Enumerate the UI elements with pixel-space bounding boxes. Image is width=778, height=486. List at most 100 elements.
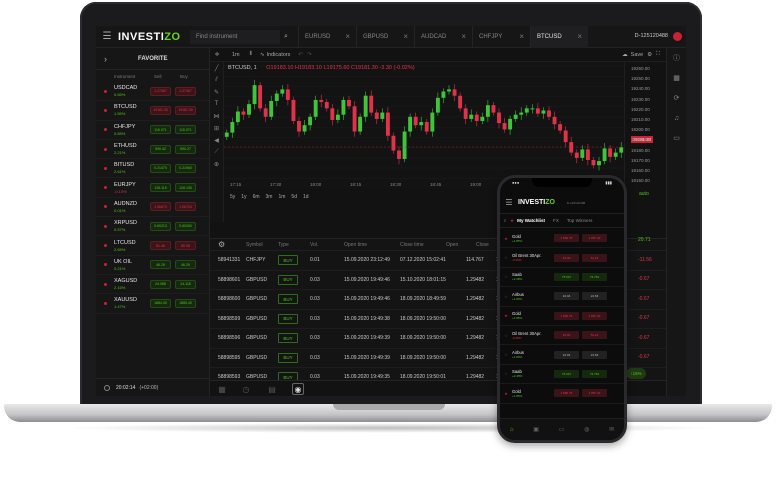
phone-watchlist-item[interactable]: ★ Gold +1.85% 1 886.75 1 887.40 bbox=[500, 384, 624, 404]
search-icon[interactable]: ⌕ bbox=[280, 30, 292, 44]
phone-buy-button[interactable]: 24.66 bbox=[582, 350, 607, 359]
buy-price-button[interactable]: 24.118 bbox=[175, 279, 196, 289]
chevron-right-icon[interactable]: › bbox=[104, 54, 120, 64]
period-6m[interactable]: 6m bbox=[253, 194, 260, 204]
pattern-icon[interactable]: ⋈ bbox=[210, 110, 223, 122]
settings-icon[interactable]: ⚙ bbox=[647, 52, 652, 58]
close-icon[interactable]: × bbox=[461, 32, 466, 41]
ruler-icon[interactable]: ⟋ bbox=[210, 146, 223, 158]
period-1d[interactable]: 1d bbox=[303, 194, 309, 204]
avatar[interactable] bbox=[673, 32, 682, 41]
phone-watchlist-item[interactable]: ★ Gold +1.85% 1 886.75 1 887.40 bbox=[500, 229, 624, 249]
buy-badge[interactable]: BUY bbox=[278, 313, 298, 324]
portfolio-icon[interactable]: ▣ bbox=[533, 426, 539, 433]
search-input[interactable]: Find instrument bbox=[190, 29, 280, 44]
tab-eurusd[interactable]: EURUSD × bbox=[298, 26, 356, 48]
sell-price-button[interactable]: 0.60213 bbox=[150, 221, 171, 231]
close-icon[interactable]: × bbox=[577, 32, 582, 41]
tab-top-winners[interactable]: Top Winners bbox=[567, 218, 593, 223]
tab-audcad[interactable]: AUDCAD × bbox=[414, 26, 472, 48]
phone-sell-button[interactable]: 24.04 bbox=[554, 350, 579, 359]
buy-price-button[interactable]: 80.08 bbox=[175, 241, 196, 251]
cloud-icon[interactable]: ☁ bbox=[622, 52, 628, 58]
sidebar-item-btcusd[interactable]: BTCUSD 1.55% 19181.30 19181.30 bbox=[96, 101, 209, 121]
messages-icon[interactable]: ✉ bbox=[609, 426, 614, 433]
signal-icon[interactable]: ⟳ bbox=[667, 88, 686, 108]
sidebar-item-audnzd[interactable]: AUDNZD 0.01% 1.06670 1.06704 bbox=[96, 198, 209, 218]
undo-icon[interactable]: ↶ bbox=[298, 52, 303, 58]
phone-buy-button[interactable]: 76.763 bbox=[582, 272, 607, 281]
sell-price-button[interactable]: 24.088 bbox=[150, 279, 171, 289]
buy-badge[interactable]: BUY bbox=[278, 294, 298, 305]
buy-badge[interactable]: BUY bbox=[278, 333, 298, 344]
phone-sell-button[interactable]: 54.06 bbox=[554, 253, 579, 262]
phone-sell-button[interactable]: 1 886.75 bbox=[554, 311, 579, 320]
phone-buy-button[interactable]: 54.24 bbox=[582, 331, 607, 340]
phone-watchlist-item[interactable]: ★ Gold +1.85% 1 886.75 1 887.40 bbox=[500, 307, 624, 326]
close-icon[interactable]: × bbox=[345, 32, 350, 41]
zoom-icon[interactable]: ⊕ bbox=[210, 158, 223, 170]
trend-line-icon[interactable]: ╱ bbox=[210, 62, 223, 74]
favorite-star-icon[interactable]: ☆ bbox=[500, 352, 512, 357]
calendar-icon[interactable]: ▦ bbox=[667, 68, 686, 88]
favorite-star-icon[interactable]: ☆ bbox=[500, 371, 512, 376]
period-1m[interactable]: 1m bbox=[278, 194, 285, 204]
period-5d[interactable]: 5d bbox=[291, 194, 297, 204]
favorite-star-icon[interactable]: ☆ bbox=[500, 294, 512, 299]
favorite-star-icon[interactable]: ☆ bbox=[500, 274, 512, 279]
favorite-star-icon[interactable]: ★ bbox=[500, 236, 512, 241]
redo-icon[interactable]: ↷ bbox=[307, 52, 312, 58]
sell-price-button[interactable]: 81.46 bbox=[150, 241, 171, 251]
sidebar-item-chfjpy[interactable]: CHFJPY 0.65% 115.071 115.071 bbox=[96, 121, 209, 140]
fib-icon[interactable]: ⫽ bbox=[210, 74, 223, 86]
sell-price-button[interactable]: 1.06670 bbox=[150, 202, 171, 212]
phone-buy-button[interactable]: 76.763 bbox=[582, 369, 607, 378]
phone-buy-button[interactable]: 54.24 bbox=[582, 253, 607, 262]
favorite-star-icon[interactable]: ★ bbox=[500, 313, 512, 318]
sidebar-item-usdcad[interactable]: USDCAD 0.65% 1.27467 1.27467 bbox=[96, 82, 209, 102]
buy-price-button[interactable]: 1885.40 bbox=[175, 298, 196, 308]
tab-fx[interactable]: FX bbox=[553, 218, 559, 223]
buy-price-button[interactable]: 0.60260 bbox=[175, 221, 196, 231]
bell-icon[interactable]: ♫ bbox=[667, 108, 686, 128]
phone-sell-button[interactable]: 1 886.75 bbox=[554, 234, 579, 243]
sidebar-item-eurjpy[interactable]: EURJPY -0.10% 126.115 126.135 bbox=[96, 178, 209, 198]
phone-watchlist-item[interactable]: ☆ Saab +2.48% 75.637 76.763 bbox=[500, 365, 624, 385]
profile-icon[interactable]: ◍ bbox=[584, 426, 589, 433]
phone-watchlist-item[interactable]: ☆ Airbus +1.80% 24.04 24.66 bbox=[500, 287, 624, 307]
phone-menu-icon[interactable]: ☰ bbox=[500, 198, 518, 207]
close-icon[interactable]: × bbox=[403, 32, 408, 41]
favorite-star-icon[interactable]: ☆ bbox=[500, 255, 512, 260]
wallet-icon[interactable]: ▭ bbox=[559, 426, 565, 433]
buy-badge[interactable]: BUY bbox=[278, 352, 298, 363]
sell-price-button[interactable]: 19181.30 bbox=[150, 105, 171, 115]
phone-sell-button[interactable]: 75.637 bbox=[554, 369, 579, 378]
tab-gbpusd[interactable]: GBPUSD × bbox=[356, 26, 414, 48]
buy-price-button[interactable]: 0.21960 bbox=[175, 163, 196, 173]
hamburger-menu-icon[interactable]: ☰ bbox=[96, 31, 118, 42]
auto-label[interactable]: auto bbox=[639, 191, 649, 197]
tab-btcusd[interactable]: BTCUSD × bbox=[530, 26, 588, 48]
sell-price-button[interactable]: 115.071 bbox=[150, 125, 171, 135]
favorite-star-icon[interactable]: ☆ bbox=[500, 333, 512, 338]
phone-buy-button[interactable]: 24.66 bbox=[582, 292, 607, 301]
phone-watchlist-item[interactable]: ☆ Oil Brent 30Apr. -0.45% 54.06 54.24 bbox=[500, 248, 624, 268]
positions-icon[interactable]: ◉ bbox=[292, 383, 304, 395]
favorite-star-icon[interactable]: ★ bbox=[500, 391, 512, 396]
period-5y[interactable]: 5y bbox=[230, 194, 235, 204]
sidebar-item-xrpusd[interactable]: XRPUSD 0.57% 0.60213 0.60260 bbox=[96, 217, 209, 237]
measure-icon[interactable]: ⊞ bbox=[210, 122, 223, 134]
phone-buy-button[interactable]: 1 887.40 bbox=[582, 234, 607, 243]
phone-sell-button[interactable]: 1 886.75 bbox=[554, 389, 579, 398]
sidebar-item-xauusd[interactable]: XAUUSD 1.47% 1884.30 1885.40 bbox=[96, 294, 209, 314]
period-1y[interactable]: 1y bbox=[241, 194, 246, 204]
interval-selector[interactable]: 1m bbox=[232, 52, 240, 58]
auto-toggle[interactable]: ↑15% bbox=[626, 368, 646, 379]
period-3m[interactable]: 3m bbox=[266, 194, 273, 204]
sell-price-button[interactable]: 126.115 bbox=[150, 183, 171, 193]
history-icon[interactable]: ◷ bbox=[240, 383, 252, 395]
orders-settings-icon[interactable]: ⚙ bbox=[210, 240, 244, 249]
sell-price-button[interactable]: 46.29 bbox=[150, 260, 171, 270]
buy-price-button[interactable]: 19181.30 bbox=[175, 105, 196, 115]
calendar-grid-icon[interactable]: ▦ bbox=[216, 383, 228, 395]
